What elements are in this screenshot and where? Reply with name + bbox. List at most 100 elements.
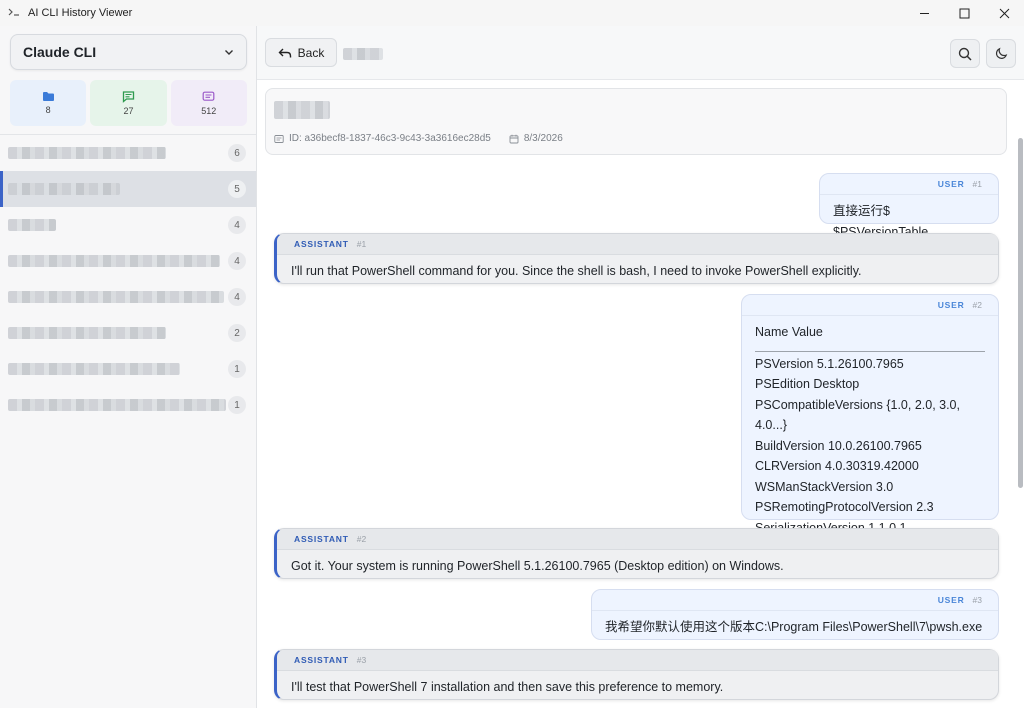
output-line: CLRVersion 4.0.30319.42000 [755,459,919,473]
session-count-badge: 4 [228,288,246,306]
session-item-active[interactable]: 5 [0,171,256,207]
session-count-badge: 1 [228,396,246,414]
back-label: Back [297,45,325,60]
session-title-redacted [8,219,56,231]
moon-icon [995,47,1007,59]
message-text: I'll test that PowerShell 7 installation… [291,680,724,694]
message-number: #2 [356,534,367,544]
session-title-redacted [8,327,166,339]
output-line: WSManStackVersion 3.0 [755,479,894,494]
cli-select-dropdown[interactable]: Claude CLI [10,34,247,70]
message-text: 我希望你默认使用这个版本C:\Program Files\PowerShell\… [605,620,983,634]
window-title: AI CLI History Viewer [28,7,133,19]
stats-row: 8 27 512 [10,80,247,126]
folder-icon [42,92,54,101]
output-line: BuildVersion 10.0.26100.7965 [755,438,922,453]
minimize-button[interactable] [904,0,944,26]
session-title-redacted [274,101,330,119]
user-message: USER #3 我希望你默认使用这个版本C:\Program Files\Pow… [591,589,999,640]
session-item[interactable]: 2 [0,315,256,351]
message-role: ASSISTANT [294,534,349,544]
top-toolbar: Back [257,26,1024,80]
session-item[interactable]: 1 [0,387,256,423]
output-line: PSRemotingProtocolVersion 2.3 [755,500,934,514]
session-meta: ID: a36becf8-1837-46c3-9c43-3a3616ec28d5… [274,133,563,144]
message-icon [202,91,215,101]
message-number: #2 [972,300,982,310]
session-item[interactable]: 1 [0,351,256,387]
app-icon [8,7,24,20]
session-count-badge: 2 [228,324,246,342]
session-header-card: ID: a36becf8-1837-46c3-9c43-3a3616ec28d5… [265,88,1007,155]
message-text: Got it. Your system is running PowerShel… [291,559,784,573]
output-line: PSCompatibleVersions {1.0, 2.0, 3.0, 4.0… [755,397,960,433]
minimize-icon [919,12,929,14]
session-count-badge: 4 [228,216,246,234]
user-message: USER #2 Name Value PSVersion 5.1.26100.7… [741,294,999,535]
close-button[interactable] [984,0,1024,26]
maximize-button[interactable] [944,0,984,26]
session-count-badge: 5 [228,180,246,198]
message-number: #1 [356,239,367,249]
scrollbar-thumb[interactable] [1018,138,1023,488]
stat-messages: 512 [170,80,247,126]
message-header: ASSISTANT #2 [277,529,998,550]
back-button[interactable]: Back [265,38,337,67]
session-count-badge: 6 [228,144,246,162]
assistant-message: ASSISTANT #2 Got it. Your system is runn… [274,528,999,579]
assistant-message: ASSISTANT #1 I'll run that PowerShell co… [274,233,999,284]
message-header: USER #2 [742,295,998,316]
stat-sessions: 27 [90,80,167,126]
session-title-redacted [8,255,220,267]
search-icon [958,47,972,61]
session-item[interactable]: 6 [0,135,256,171]
session-title-redacted [8,147,166,159]
message-text: I'll run that PowerShell command for you… [291,264,862,278]
user-message: USER #1 直接运行$ $PSVersionTable [819,173,999,239]
stat-messages-count: 512 [201,105,217,116]
message-role: ASSISTANT [294,655,349,665]
session-title-redacted [8,363,180,375]
output-table-header: Name Value [755,322,985,352]
breadcrumb-redacted [343,48,383,60]
session-title-redacted [8,291,224,303]
calendar-icon [509,134,519,143]
stat-projects-count: 8 [45,105,51,115]
id-card-icon [274,134,284,143]
cli-select-label: Claude CLI [23,44,97,60]
chat-icon [122,90,135,103]
session-count-badge: 1 [228,360,246,378]
session-date: 8/3/2026 [523,133,563,144]
message-number: #3 [972,595,982,605]
message-header: ASSISTANT #1 [277,234,998,255]
message-role: USER [937,179,965,189]
stat-sessions-count: 27 [123,105,134,116]
session-count-badge: 4 [228,252,246,270]
message-text: Name Value PSVersion 5.1.26100.7965 PSEd… [742,316,998,538]
stat-projects: 8 [10,80,87,126]
title-bar: AI CLI History Viewer [0,0,1024,26]
output-line: PSEdition Desktop [755,377,860,391]
message-header: USER #1 [820,174,998,195]
close-icon [999,8,1009,18]
session-item[interactable]: 4 [0,279,256,315]
scrollbar[interactable] [1016,80,1024,708]
chevron-down-icon [225,50,233,55]
session-title-redacted [8,183,120,195]
message-header: ASSISTANT #3 [277,650,998,671]
sidebar: Claude CLI 8 27 512 6 5 4 4 4 2 1 1 [0,26,257,708]
back-arrow-icon [278,48,291,57]
theme-toggle-button[interactable] [986,39,1016,68]
session-item[interactable]: 4 [0,207,256,243]
main-panel: Back ID: a36becf8-1837-46c3-9c43-3a3616e… [257,26,1024,708]
session-title-redacted [8,399,226,411]
session-item[interactable]: 4 [0,243,256,279]
message-number: #3 [356,655,367,665]
search-button[interactable] [950,39,980,68]
message-role: USER [937,300,965,310]
message-role: USER [937,595,965,605]
message-header: USER #3 [592,590,998,611]
session-list: 6 5 4 4 4 2 1 1 [0,134,256,423]
output-line: PSVersion 5.1.26100.7965 [755,356,904,371]
assistant-message: ASSISTANT #3 I'll test that PowerShell 7… [274,649,999,700]
